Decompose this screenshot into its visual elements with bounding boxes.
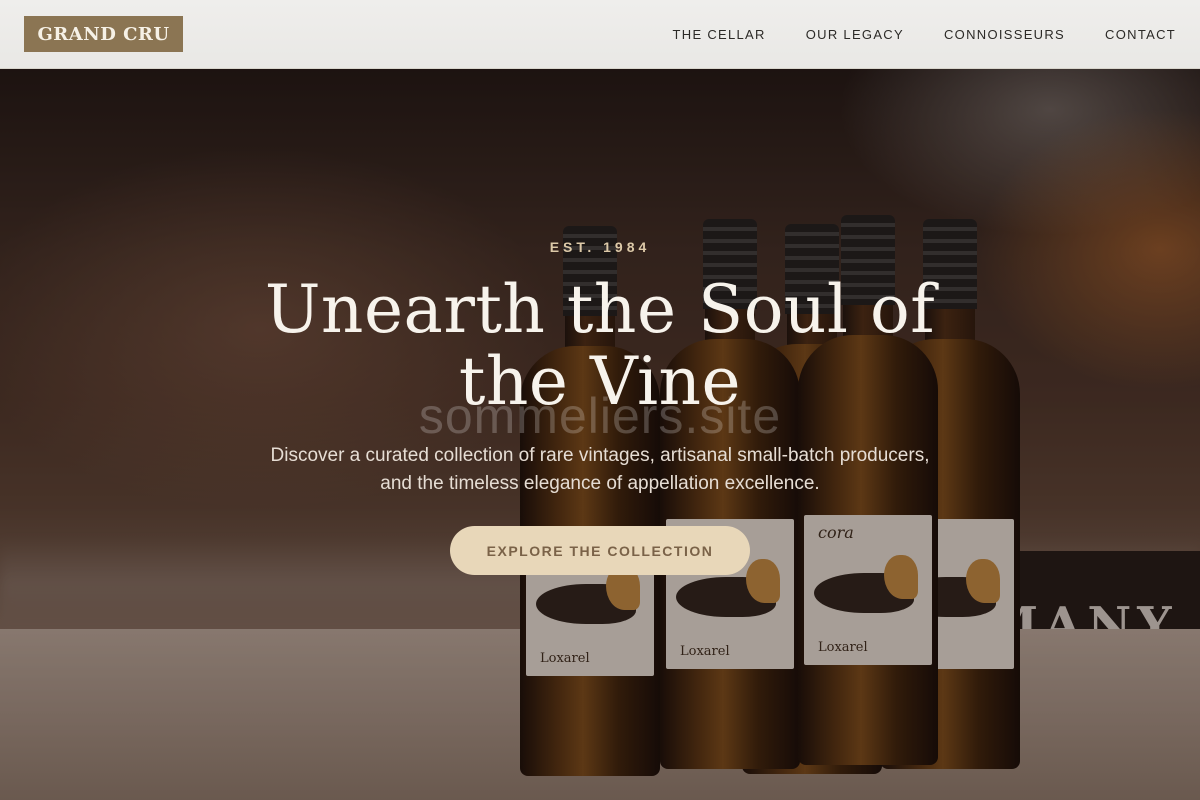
watermark-text: sommeliers.site bbox=[418, 388, 782, 444]
brand-logo[interactable]: GRAND CRU bbox=[24, 16, 183, 52]
nav-link-connoisseurs[interactable]: CONNOISSEURS bbox=[944, 27, 1065, 42]
site-header: GRAND CRU THE CELLAR OUR LEGACY CONNOISS… bbox=[0, 0, 1200, 69]
main-nav: THE CELLAR OUR LEGACY CONNOISSEURS CONTA… bbox=[673, 0, 1176, 68]
explore-collection-button[interactable]: EXPLORE THE COLLECTION bbox=[450, 526, 750, 575]
hero-section: MANY coraLoxarel coraLoxarel coraLoxarel… bbox=[0, 69, 1200, 800]
nav-link-contact[interactable]: CONTACT bbox=[1105, 27, 1176, 42]
nav-link-the-cellar[interactable]: THE CELLAR bbox=[673, 27, 766, 42]
nav-link-our-legacy[interactable]: OUR LEGACY bbox=[806, 27, 904, 42]
hero-eyebrow: EST. 1984 bbox=[549, 239, 651, 255]
hero-subtext: Discover a curated collection of rare vi… bbox=[270, 445, 930, 494]
